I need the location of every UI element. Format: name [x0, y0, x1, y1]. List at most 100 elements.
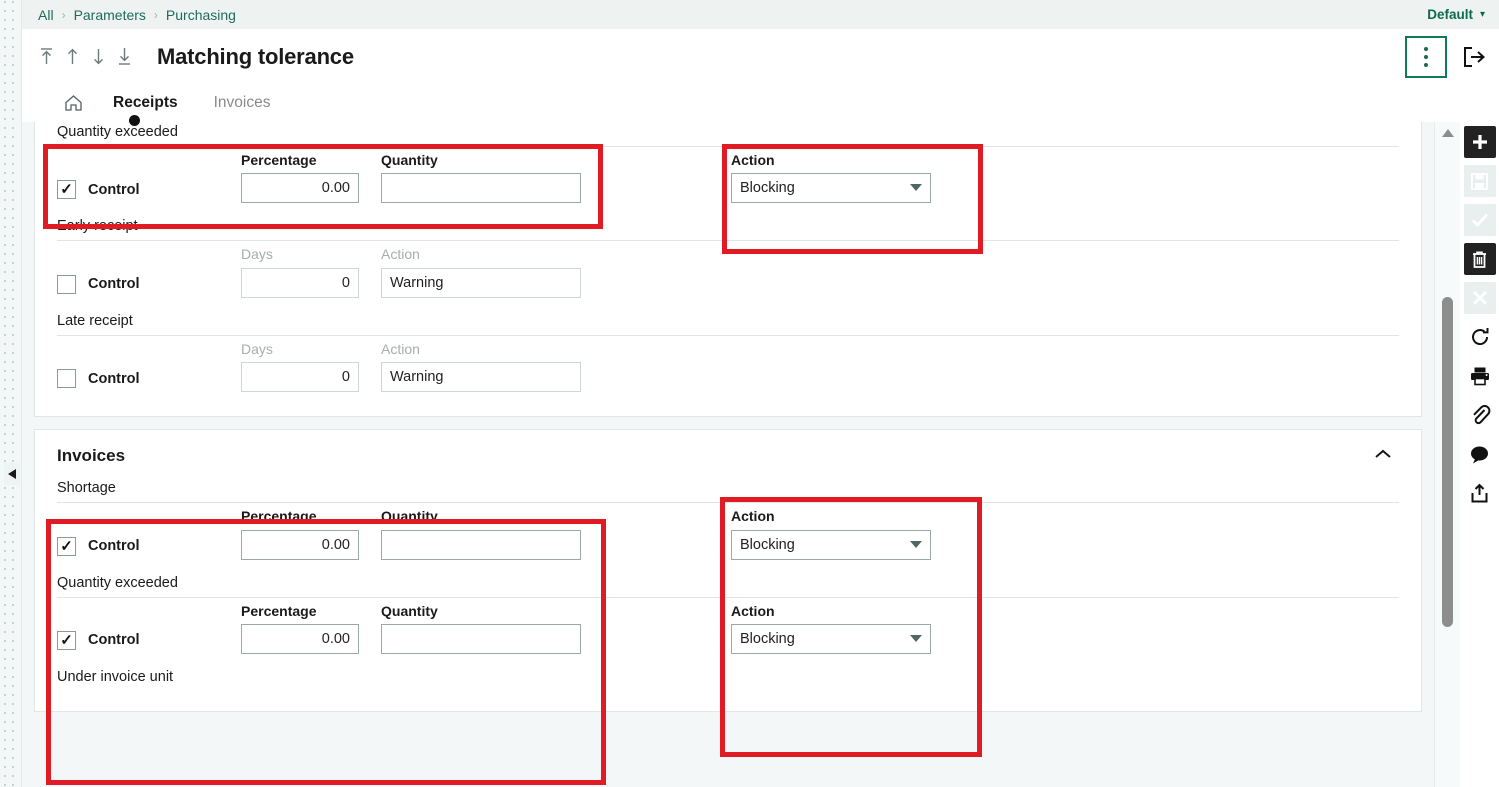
- company-selector[interactable]: Default ▾: [1427, 7, 1499, 22]
- page-title: Matching tolerance: [157, 43, 354, 69]
- app-root: All › Parameters › Purchasing Default ▾ …: [0, 0, 1499, 787]
- control-label: Control: [88, 538, 140, 555]
- percentage-label: Percentage: [241, 508, 317, 525]
- chevron-down-icon[interactable]: [910, 184, 922, 192]
- check-icon: ✓: [60, 181, 73, 199]
- check-icon: ✓: [60, 537, 73, 555]
- control-checkbox-cell[interactable]: ✓ Control: [35, 180, 241, 203]
- group-label-early-receipt: Early receipt: [57, 218, 138, 235]
- action-field-group: Action: [381, 341, 581, 393]
- sidebar-dot-pattern: [3, 0, 19, 787]
- control-checkbox[interactable]: [57, 274, 76, 294]
- control-checkbox[interactable]: ✓: [57, 630, 76, 650]
- control-checkbox[interactable]: [57, 369, 76, 389]
- scroll-up-arrow-icon[interactable]: [1435, 122, 1461, 144]
- percentage-label: Percentage: [241, 152, 317, 168]
- invoices-panel: Invoices Shortage ✓ Control Percentage 0…: [34, 429, 1422, 712]
- action-select-value: Blocking: [740, 180, 795, 197]
- check-icon: ✓: [60, 631, 73, 649]
- export-share-icon[interactable]: [1464, 477, 1496, 509]
- chevron-down-icon: ▾: [1479, 9, 1485, 20]
- control-label: Control: [88, 632, 140, 649]
- page-header: Matching tolerance: [22, 29, 1499, 84]
- percentage-input[interactable]: [241, 173, 359, 204]
- breadcrumb-separator: ›: [61, 7, 66, 22]
- action-select[interactable]: Blocking: [731, 623, 931, 654]
- days-label: Days: [241, 340, 273, 357]
- exit-icon[interactable]: [1461, 44, 1487, 70]
- days-field-group: Days: [241, 246, 359, 298]
- percentage-input[interactable]: [241, 529, 359, 560]
- quantity-label: Quantity: [381, 152, 438, 168]
- action-select[interactable]: Blocking: [731, 529, 931, 560]
- control-checkbox[interactable]: ✓: [57, 180, 76, 200]
- action-select-wrap: Blocking: [731, 623, 931, 654]
- quantity-label: Quantity: [381, 508, 438, 525]
- arrow-up-to-top-icon[interactable]: [36, 45, 56, 69]
- control-label: Control: [88, 276, 140, 293]
- check-icon: [1463, 204, 1496, 236]
- percentage-field-group: Percentage: [241, 602, 359, 654]
- tab-invoices[interactable]: Invoices: [196, 94, 289, 112]
- attach-icon[interactable]: [1464, 399, 1496, 431]
- action-input[interactable]: [381, 362, 581, 393]
- tab-home[interactable]: [22, 94, 95, 112]
- control-checkbox-cell[interactable]: Control: [35, 274, 241, 298]
- comment-icon[interactable]: [1464, 438, 1496, 470]
- control-checkbox[interactable]: ✓: [57, 536, 76, 556]
- control-checkbox-cell[interactable]: ✓ Control: [35, 630, 241, 654]
- action-select-wrap: Blocking: [731, 529, 931, 560]
- vertical-scrollbar[interactable]: [1434, 122, 1460, 787]
- scrollbar-thumb[interactable]: [1442, 297, 1453, 627]
- group-label-quantity-exceeded: Quantity exceeded: [57, 574, 178, 591]
- invoices-shortage-row: ✓ Control Percentage Quantity Action: [35, 503, 1421, 569]
- percentage-input[interactable]: [241, 623, 359, 654]
- percentage-field-group: Percentage: [241, 152, 359, 204]
- breadcrumb-item-all[interactable]: All: [32, 7, 60, 23]
- quantity-field-group: Quantity: [381, 508, 581, 560]
- breadcrumb-bar: All › Parameters › Purchasing Default ▾: [22, 0, 1499, 29]
- action-field-group: Action Blocking: [731, 508, 931, 560]
- group-label-under-invoice-unit: Under invoice unit: [57, 668, 174, 685]
- quantity-input[interactable]: [381, 529, 581, 560]
- action-input[interactable]: [381, 267, 581, 298]
- action-label: Action: [731, 508, 775, 525]
- breadcrumb-item-purchasing[interactable]: Purchasing: [160, 7, 242, 23]
- breadcrumb-separator: ›: [153, 7, 158, 22]
- quantity-label: Quantity: [381, 602, 438, 619]
- new-plus-icon[interactable]: [1463, 126, 1496, 158]
- control-label: Control: [88, 370, 140, 387]
- control-checkbox-cell[interactable]: Control: [35, 369, 241, 392]
- home-icon: [65, 94, 82, 111]
- days-input[interactable]: [241, 267, 359, 298]
- arrow-down-icon[interactable]: [88, 45, 108, 69]
- action-select-value: Blocking: [740, 536, 795, 553]
- quantity-field-group: Quantity: [381, 152, 581, 204]
- record-navigation-group: [22, 45, 134, 69]
- chevron-down-icon[interactable]: [910, 634, 922, 642]
- quantity-field-group: Quantity: [381, 602, 581, 654]
- refresh-icon[interactable]: [1464, 321, 1496, 353]
- tab-receipts[interactable]: Receipts: [95, 94, 196, 112]
- print-icon[interactable]: [1464, 360, 1496, 392]
- days-input[interactable]: [241, 362, 359, 393]
- control-checkbox-cell[interactable]: ✓ Control: [35, 536, 241, 560]
- action-field-group: Action: [381, 246, 581, 298]
- arrow-down-to-bottom-icon[interactable]: [114, 45, 134, 69]
- group-label-late-receipt: Late receipt: [57, 312, 133, 329]
- percentage-label: Percentage: [241, 602, 317, 619]
- breadcrumb-item-parameters[interactable]: Parameters: [68, 7, 152, 23]
- action-select[interactable]: Blocking: [731, 173, 931, 204]
- delete-trash-icon[interactable]: [1463, 243, 1496, 275]
- control-label: Control: [88, 181, 140, 198]
- invoices-quantity-exceeded-row: ✓ Control Percentage Quantity Action: [35, 598, 1421, 664]
- arrow-up-icon[interactable]: [62, 45, 82, 69]
- quantity-input[interactable]: [381, 623, 581, 654]
- save-icon: [1463, 165, 1496, 197]
- quantity-input[interactable]: [381, 173, 581, 204]
- chevron-down-icon[interactable]: [910, 540, 922, 548]
- chevron-up-icon[interactable]: [1363, 443, 1403, 469]
- sidebar-expand-button[interactable]: [4, 463, 20, 485]
- kebab-menu-icon[interactable]: [1405, 35, 1447, 78]
- tab-bar: Receipts Invoices: [22, 84, 1499, 122]
